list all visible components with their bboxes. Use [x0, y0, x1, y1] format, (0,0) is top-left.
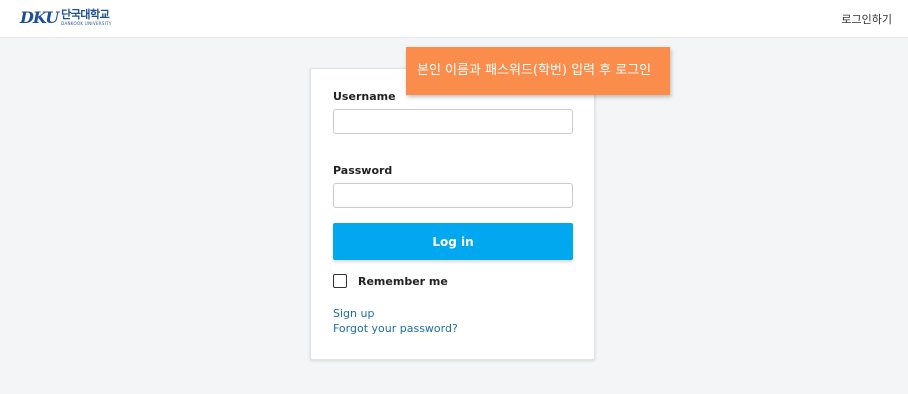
logo-mark: DKU	[20, 8, 59, 27]
username-label: Username	[333, 90, 396, 103]
login-instruction-tooltip: 본인 이름과 패스워드(학번) 입력 후 로그인	[406, 47, 670, 95]
username-input[interactable]	[333, 109, 573, 134]
password-input[interactable]	[333, 183, 573, 208]
login-button[interactable]: Log in	[333, 223, 573, 260]
forgot-password-link[interactable]: Forgot your password?	[333, 322, 458, 335]
top-bar: DKU 단국대학교 DANKOOK UNIVERSITY 로그인하기	[0, 0, 908, 38]
remember-me-row: Remember me	[333, 274, 448, 288]
remember-me-label[interactable]: Remember me	[358, 275, 448, 288]
logo-korean-name: 단국대학교	[61, 8, 110, 21]
login-card: Username Password Log in Remember me Sig…	[310, 68, 595, 360]
logo-english-name: DANKOOK UNIVERSITY	[61, 21, 112, 26]
header-login-link[interactable]: 로그인하기	[841, 11, 892, 27]
university-logo[interactable]: DKU 단국대학교 DANKOOK UNIVERSITY	[20, 9, 112, 27]
logo-text: 단국대학교 DANKOOK UNIVERSITY	[61, 8, 112, 27]
password-label: Password	[333, 164, 393, 177]
signup-link[interactable]: Sign up	[333, 307, 374, 320]
remember-me-checkbox[interactable]	[333, 274, 347, 288]
